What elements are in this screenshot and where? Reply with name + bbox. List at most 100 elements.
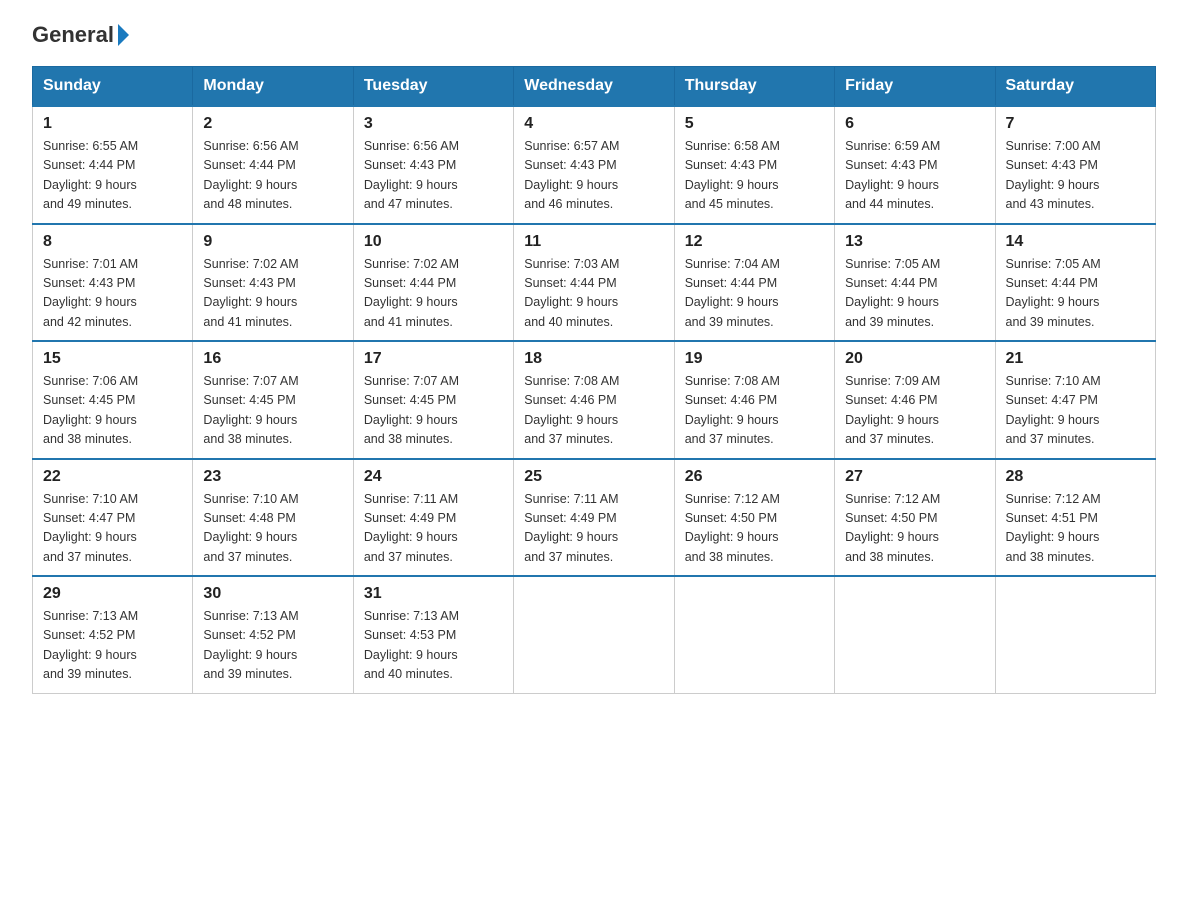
calendar-cell: 30 Sunrise: 7:13 AMSunset: 4:52 PMDaylig… xyxy=(193,576,353,693)
calendar-cell: 23 Sunrise: 7:10 AMSunset: 4:48 PMDaylig… xyxy=(193,459,353,577)
calendar-cell: 28 Sunrise: 7:12 AMSunset: 4:51 PMDaylig… xyxy=(995,459,1155,577)
day-number: 28 xyxy=(1006,468,1145,486)
day-info: Sunrise: 7:12 AMSunset: 4:51 PMDaylight:… xyxy=(1006,492,1101,564)
day-info: Sunrise: 7:11 AMSunset: 4:49 PMDaylight:… xyxy=(364,492,458,564)
calendar-cell: 19 Sunrise: 7:08 AMSunset: 4:46 PMDaylig… xyxy=(674,341,834,459)
day-info: Sunrise: 7:02 AMSunset: 4:43 PMDaylight:… xyxy=(203,257,298,329)
day-info: Sunrise: 7:12 AMSunset: 4:50 PMDaylight:… xyxy=(685,492,780,564)
day-info: Sunrise: 6:56 AMSunset: 4:44 PMDaylight:… xyxy=(203,139,298,211)
calendar-cell: 4 Sunrise: 6:57 AMSunset: 4:43 PMDayligh… xyxy=(514,106,674,224)
week-row-2: 8 Sunrise: 7:01 AMSunset: 4:43 PMDayligh… xyxy=(33,224,1156,342)
day-info: Sunrise: 7:01 AMSunset: 4:43 PMDaylight:… xyxy=(43,257,138,329)
day-number: 22 xyxy=(43,468,182,486)
week-row-3: 15 Sunrise: 7:06 AMSunset: 4:45 PMDaylig… xyxy=(33,341,1156,459)
page-header: General xyxy=(32,24,1156,46)
day-number: 15 xyxy=(43,350,182,368)
day-number: 5 xyxy=(685,115,824,133)
week-row-1: 1 Sunrise: 6:55 AMSunset: 4:44 PMDayligh… xyxy=(33,106,1156,224)
calendar-cell: 9 Sunrise: 7:02 AMSunset: 4:43 PMDayligh… xyxy=(193,224,353,342)
col-header-monday: Monday xyxy=(193,67,353,107)
calendar-cell: 31 Sunrise: 7:13 AMSunset: 4:53 PMDaylig… xyxy=(353,576,513,693)
day-info: Sunrise: 7:02 AMSunset: 4:44 PMDaylight:… xyxy=(364,257,459,329)
day-number: 20 xyxy=(845,350,984,368)
day-info: Sunrise: 7:10 AMSunset: 4:47 PMDaylight:… xyxy=(43,492,138,564)
calendar-cell: 8 Sunrise: 7:01 AMSunset: 4:43 PMDayligh… xyxy=(33,224,193,342)
day-info: Sunrise: 6:58 AMSunset: 4:43 PMDaylight:… xyxy=(685,139,780,211)
day-number: 7 xyxy=(1006,115,1145,133)
day-number: 13 xyxy=(845,233,984,251)
calendar-cell: 15 Sunrise: 7:06 AMSunset: 4:45 PMDaylig… xyxy=(33,341,193,459)
day-info: Sunrise: 7:12 AMSunset: 4:50 PMDaylight:… xyxy=(845,492,940,564)
calendar-cell: 21 Sunrise: 7:10 AMSunset: 4:47 PMDaylig… xyxy=(995,341,1155,459)
day-number: 23 xyxy=(203,468,342,486)
day-info: Sunrise: 6:56 AMSunset: 4:43 PMDaylight:… xyxy=(364,139,459,211)
logo-general: General xyxy=(32,24,114,46)
day-number: 10 xyxy=(364,233,503,251)
calendar-cell: 3 Sunrise: 6:56 AMSunset: 4:43 PMDayligh… xyxy=(353,106,513,224)
col-header-sunday: Sunday xyxy=(33,67,193,107)
day-info: Sunrise: 7:10 AMSunset: 4:48 PMDaylight:… xyxy=(203,492,298,564)
calendar-cell xyxy=(835,576,995,693)
calendar-cell: 27 Sunrise: 7:12 AMSunset: 4:50 PMDaylig… xyxy=(835,459,995,577)
calendar-cell: 18 Sunrise: 7:08 AMSunset: 4:46 PMDaylig… xyxy=(514,341,674,459)
calendar-cell: 7 Sunrise: 7:00 AMSunset: 4:43 PMDayligh… xyxy=(995,106,1155,224)
col-header-friday: Friday xyxy=(835,67,995,107)
day-number: 9 xyxy=(203,233,342,251)
day-info: Sunrise: 7:03 AMSunset: 4:44 PMDaylight:… xyxy=(524,257,619,329)
day-info: Sunrise: 7:09 AMSunset: 4:46 PMDaylight:… xyxy=(845,374,940,446)
day-number: 24 xyxy=(364,468,503,486)
calendar-header-row: SundayMondayTuesdayWednesdayThursdayFrid… xyxy=(33,67,1156,107)
col-header-saturday: Saturday xyxy=(995,67,1155,107)
calendar-cell: 10 Sunrise: 7:02 AMSunset: 4:44 PMDaylig… xyxy=(353,224,513,342)
calendar-cell xyxy=(514,576,674,693)
day-info: Sunrise: 7:10 AMSunset: 4:47 PMDaylight:… xyxy=(1006,374,1101,446)
day-number: 18 xyxy=(524,350,663,368)
day-number: 19 xyxy=(685,350,824,368)
calendar-cell: 20 Sunrise: 7:09 AMSunset: 4:46 PMDaylig… xyxy=(835,341,995,459)
calendar-cell: 26 Sunrise: 7:12 AMSunset: 4:50 PMDaylig… xyxy=(674,459,834,577)
day-info: Sunrise: 7:04 AMSunset: 4:44 PMDaylight:… xyxy=(685,257,780,329)
day-info: Sunrise: 7:08 AMSunset: 4:46 PMDaylight:… xyxy=(524,374,619,446)
col-header-thursday: Thursday xyxy=(674,67,834,107)
day-number: 4 xyxy=(524,115,663,133)
calendar-cell: 29 Sunrise: 7:13 AMSunset: 4:52 PMDaylig… xyxy=(33,576,193,693)
week-row-4: 22 Sunrise: 7:10 AMSunset: 4:47 PMDaylig… xyxy=(33,459,1156,577)
calendar-cell: 6 Sunrise: 6:59 AMSunset: 4:43 PMDayligh… xyxy=(835,106,995,224)
calendar-cell: 5 Sunrise: 6:58 AMSunset: 4:43 PMDayligh… xyxy=(674,106,834,224)
day-info: Sunrise: 7:07 AMSunset: 4:45 PMDaylight:… xyxy=(203,374,298,446)
calendar-cell: 11 Sunrise: 7:03 AMSunset: 4:44 PMDaylig… xyxy=(514,224,674,342)
day-number: 11 xyxy=(524,233,663,251)
day-number: 25 xyxy=(524,468,663,486)
day-number: 21 xyxy=(1006,350,1145,368)
day-info: Sunrise: 7:13 AMSunset: 4:53 PMDaylight:… xyxy=(364,609,459,681)
calendar-cell: 12 Sunrise: 7:04 AMSunset: 4:44 PMDaylig… xyxy=(674,224,834,342)
day-number: 16 xyxy=(203,350,342,368)
day-number: 14 xyxy=(1006,233,1145,251)
col-header-tuesday: Tuesday xyxy=(353,67,513,107)
calendar-cell: 2 Sunrise: 6:56 AMSunset: 4:44 PMDayligh… xyxy=(193,106,353,224)
day-info: Sunrise: 7:05 AMSunset: 4:44 PMDaylight:… xyxy=(845,257,940,329)
day-number: 2 xyxy=(203,115,342,133)
calendar-table: SundayMondayTuesdayWednesdayThursdayFrid… xyxy=(32,66,1156,694)
day-number: 3 xyxy=(364,115,503,133)
col-header-wednesday: Wednesday xyxy=(514,67,674,107)
day-number: 17 xyxy=(364,350,503,368)
day-info: Sunrise: 7:07 AMSunset: 4:45 PMDaylight:… xyxy=(364,374,459,446)
day-info: Sunrise: 7:08 AMSunset: 4:46 PMDaylight:… xyxy=(685,374,780,446)
logo-triangle-icon xyxy=(118,24,129,46)
day-number: 27 xyxy=(845,468,984,486)
day-info: Sunrise: 7:00 AMSunset: 4:43 PMDaylight:… xyxy=(1006,139,1101,211)
logo: General xyxy=(32,24,129,46)
day-number: 30 xyxy=(203,585,342,603)
calendar-cell: 14 Sunrise: 7:05 AMSunset: 4:44 PMDaylig… xyxy=(995,224,1155,342)
day-info: Sunrise: 7:13 AMSunset: 4:52 PMDaylight:… xyxy=(43,609,138,681)
day-number: 6 xyxy=(845,115,984,133)
calendar-cell: 16 Sunrise: 7:07 AMSunset: 4:45 PMDaylig… xyxy=(193,341,353,459)
calendar-cell: 1 Sunrise: 6:55 AMSunset: 4:44 PMDayligh… xyxy=(33,106,193,224)
calendar-cell: 13 Sunrise: 7:05 AMSunset: 4:44 PMDaylig… xyxy=(835,224,995,342)
day-number: 29 xyxy=(43,585,182,603)
day-number: 8 xyxy=(43,233,182,251)
day-info: Sunrise: 7:11 AMSunset: 4:49 PMDaylight:… xyxy=(524,492,618,564)
day-number: 26 xyxy=(685,468,824,486)
calendar-cell: 22 Sunrise: 7:10 AMSunset: 4:47 PMDaylig… xyxy=(33,459,193,577)
